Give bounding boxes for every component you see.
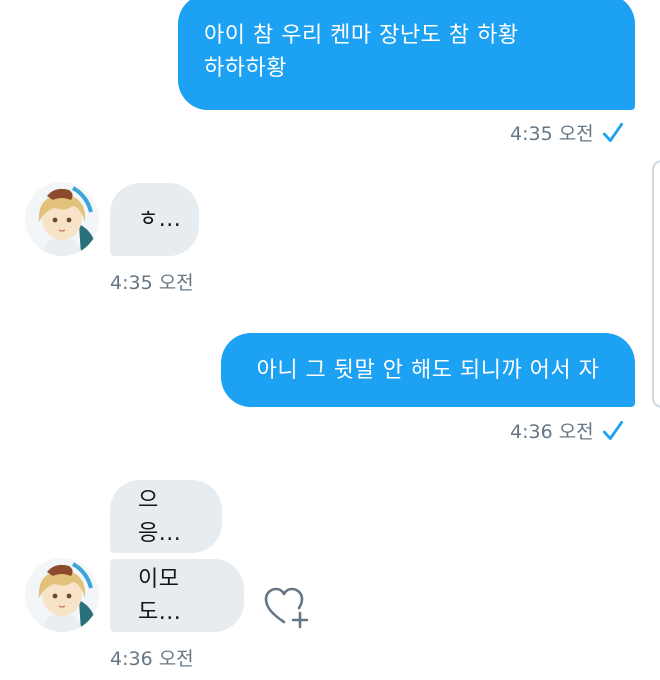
outgoing-message-bubble[interactable]: 아니 그 뒷말 안 해도 되니까 어서 자: [221, 333, 635, 407]
scrollbar[interactable]: [652, 160, 660, 408]
message-timestamp: 4:36 오전: [110, 648, 194, 670]
message-meta: 4:36 오전: [110, 644, 194, 671]
outgoing-message-bubble[interactable]: 아이 참 우리 켄마 장난도 참 하황 하하하황: [178, 0, 635, 110]
incoming-message-bubble[interactable]: 이모도...: [110, 559, 244, 632]
message-meta: 4:36 오전: [510, 417, 626, 444]
message-timestamp: 4:35 오전: [510, 123, 594, 145]
message-timestamp: 4:36 오전: [510, 421, 594, 443]
message-text: 으응...: [138, 487, 182, 546]
contact-avatar[interactable]: [25, 182, 99, 256]
contact-avatar[interactable]: [25, 558, 99, 632]
message-text: ㅎ...: [138, 207, 182, 232]
incoming-message-bubble[interactable]: 으응...: [110, 480, 222, 553]
sent-check-icon: [602, 122, 623, 142]
sent-check-icon: [602, 420, 623, 440]
message-text-line: 하하하황: [204, 56, 287, 81]
message-meta: 4:35 오전: [510, 119, 626, 146]
add-reaction-heart-icon[interactable]: [262, 584, 310, 632]
avatar-illustration: [25, 558, 99, 632]
message-text-line: 아이 참 우리 켄마 장난도 참 하황: [204, 23, 519, 48]
incoming-message-bubble[interactable]: ㅎ...: [110, 183, 199, 256]
message-text: 아니 그 뒷말 안 해도 되니까 어서 자: [256, 357, 600, 383]
message-meta: 4:35 오전: [110, 268, 194, 295]
message-text: 이모도...: [138, 566, 182, 625]
message-timestamp: 4:35 오전: [110, 272, 194, 294]
avatar-illustration: [25, 182, 99, 256]
